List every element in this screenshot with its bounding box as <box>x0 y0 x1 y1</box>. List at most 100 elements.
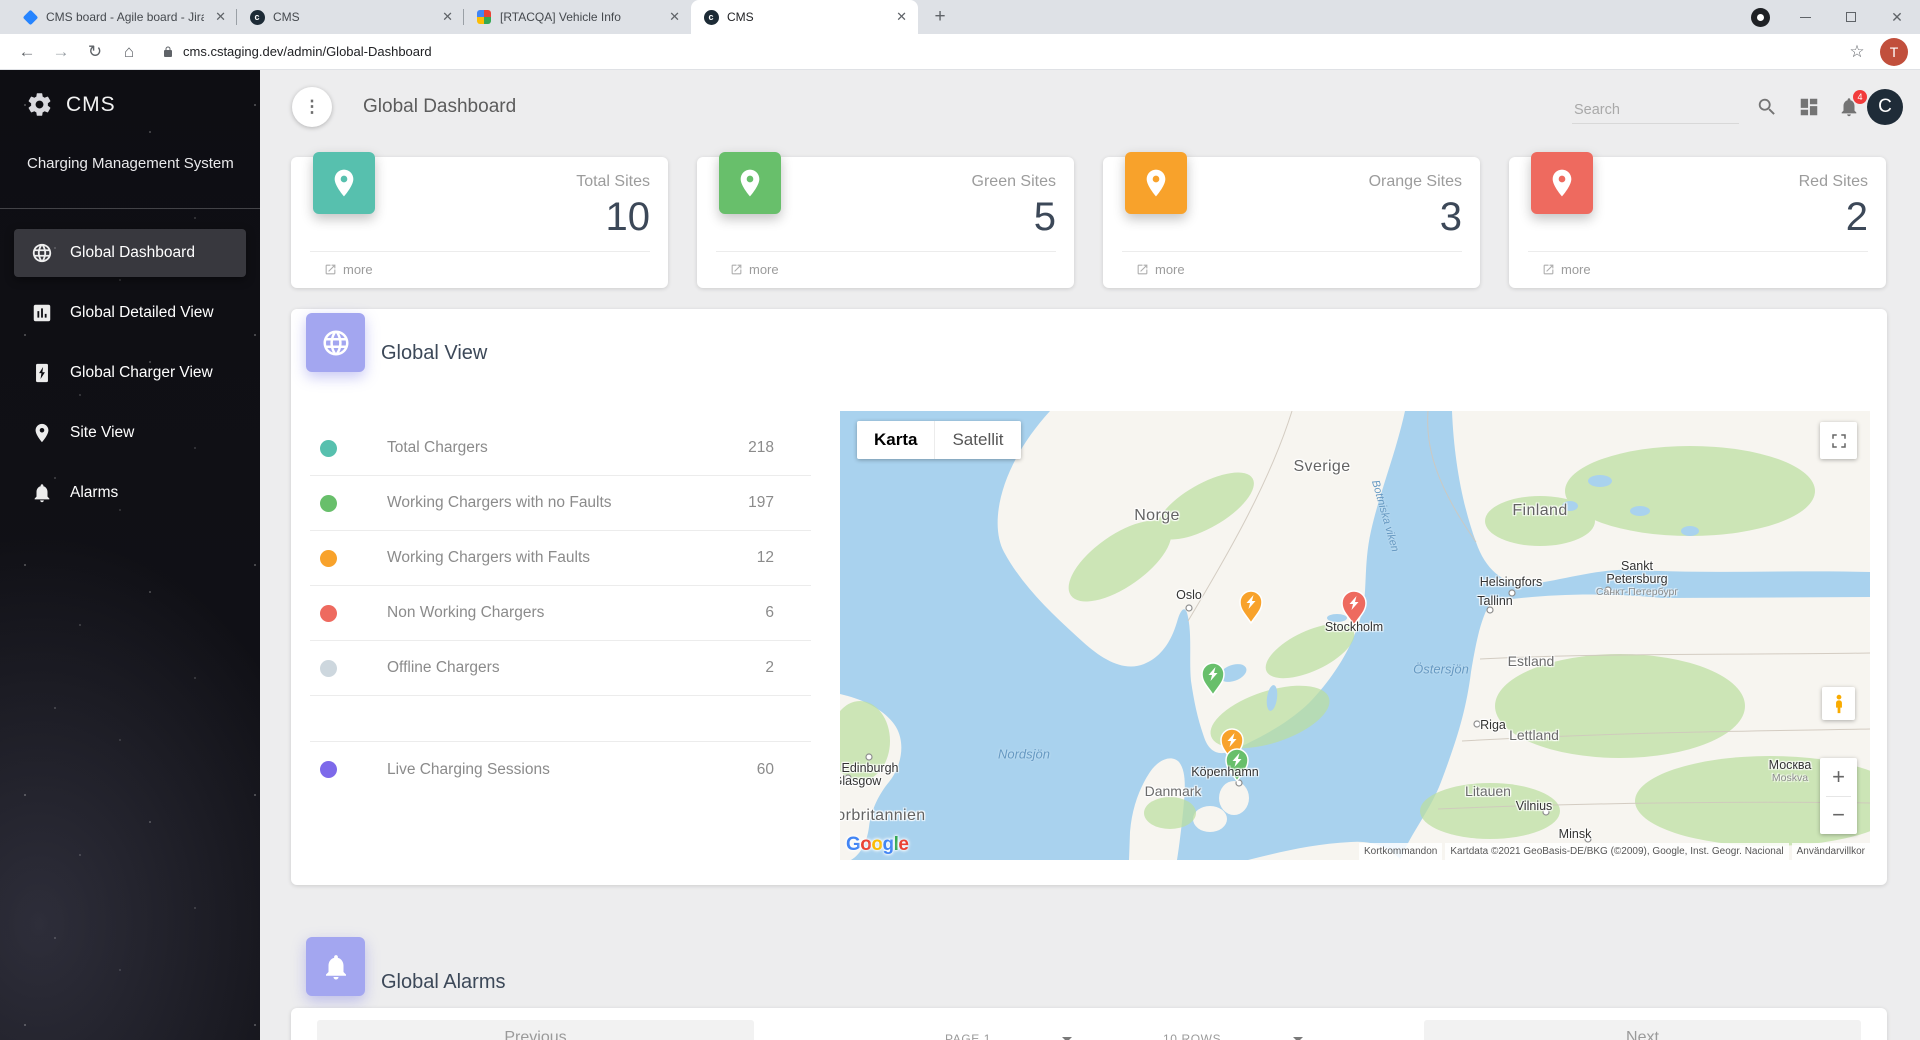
cms-favicon-icon: c <box>249 9 265 25</box>
keyboard-shortcuts-link[interactable]: Kortkommandon <box>1359 843 1443 860</box>
window-maximize-button[interactable] <box>1828 0 1874 34</box>
launch-icon <box>1137 264 1148 275</box>
stat-label: Red Sites <box>1798 173 1868 190</box>
launch-icon <box>1543 264 1554 275</box>
sidebar-item-label: Global Charger View <box>70 364 213 381</box>
page-select[interactable]: PAGE 1 <box>945 1029 1072 1040</box>
map-fullscreen-button[interactable] <box>1820 422 1857 459</box>
rows-per-page-select[interactable]: 10 ROWS <box>1163 1029 1303 1040</box>
map-attribution: Kortkommandon Kartdata ©2021 GeoBasis-DE… <box>1356 843 1870 860</box>
stat-value: 2 <box>1845 195 1868 239</box>
sidebar-item-label: Site View <box>70 424 135 441</box>
bookmark-star-icon[interactable]: ☆ <box>1842 37 1872 67</box>
status-dot <box>320 549 337 567</box>
bell-icon <box>34 484 50 503</box>
browser-tab-cms-active[interactable]: c CMS ✕ <box>691 0 918 34</box>
fullscreen-icon <box>1831 433 1846 448</box>
url-text: cms.cstaging.dev/admin/Global-Dashboard <box>183 44 432 59</box>
stat-card-orange-sites: Orange Sites 3 more <box>1103 152 1480 288</box>
globe-icon <box>306 313 365 372</box>
zoom-out-button[interactable]: − <box>1820 797 1857 835</box>
more-link[interactable]: more <box>1542 262 1591 277</box>
list-item-non-working: Non Working Chargers 6 <box>310 586 811 641</box>
user-avatar[interactable]: C <box>1867 89 1903 125</box>
sidebar: CMS Charging Management System Global Da… <box>0 70 260 1040</box>
stat-label: Orange Sites <box>1368 173 1462 190</box>
sidebar-item-global-charger-view[interactable]: Global Charger View <box>14 349 246 397</box>
zoom-in-button[interactable]: + <box>1820 758 1857 796</box>
browser-tab-cms-1[interactable]: c CMS ✕ <box>237 0 464 34</box>
back-button-icon[interactable]: ← <box>12 37 42 67</box>
map-data-text: Kartdata ©2021 GeoBasis-DE/BKG (©2009), … <box>1445 843 1789 860</box>
browser-profile-avatar[interactable]: T <box>1880 37 1908 66</box>
url-omnibox[interactable]: cms.cstaging.dev/admin/Global-Dashboard <box>148 44 1838 59</box>
stat-label: Green Sites <box>971 173 1056 190</box>
stat-card-green-sites: Green Sites 5 more <box>697 152 1074 288</box>
launch-icon <box>325 264 336 275</box>
tab-close-icon[interactable]: ✕ <box>893 9 910 25</box>
more-link[interactable]: more <box>1136 262 1185 277</box>
sidebar-item-label: Alarms <box>70 484 119 501</box>
forward-button-icon[interactable]: → <box>46 37 76 67</box>
browser-tab-vehicle-info[interactable]: [RTACQA] Vehicle Info ✕ <box>464 0 691 34</box>
map-pin-icon <box>35 423 49 443</box>
tab-title: CMS board - Agile board - Jira <box>46 10 205 24</box>
reload-button-icon[interactable]: ↻ <box>80 37 110 67</box>
new-tab-button[interactable]: + <box>926 3 954 31</box>
next-page-button[interactable]: Next <box>1424 1020 1861 1040</box>
global-view-card: Global View Total Chargers 218 Working C… <box>291 309 1887 885</box>
more-link[interactable]: more <box>730 262 779 277</box>
app-logo[interactable]: CMS <box>0 70 260 118</box>
extension-record-icon[interactable] <box>1751 7 1770 27</box>
map-type-satellite-button[interactable]: Satellit <box>934 421 1021 459</box>
terms-link[interactable]: Användarvillkor <box>1791 843 1870 860</box>
alarm-bell-icon <box>306 937 365 996</box>
gear-icon <box>28 93 51 116</box>
browser-tab-strip: CMS board - Agile board - Jira ✕ c CMS ✕… <box>0 0 1920 34</box>
apps-grid-icon[interactable] <box>1796 94 1822 120</box>
sidebar-item-global-detailed-view[interactable]: Global Detailed View <box>14 289 246 337</box>
stat-value: 10 <box>605 195 651 239</box>
search-icon[interactable] <box>1754 94 1780 120</box>
sidebar-item-alarms[interactable]: Alarms <box>14 469 246 517</box>
stat-label: Total Sites <box>576 173 650 190</box>
window-minimize-button[interactable] <box>1782 0 1828 34</box>
status-dot <box>320 659 337 677</box>
tab-close-icon[interactable]: ✕ <box>212 9 229 25</box>
list-item-working-no-faults: Working Chargers with no Faults 197 <box>310 476 811 531</box>
tab-close-icon[interactable]: ✕ <box>666 9 683 25</box>
stat-card-red-sites: Red Sites 2 more <box>1509 152 1886 288</box>
notification-count-badge: 4 <box>1853 90 1867 104</box>
tab-close-icon[interactable]: ✕ <box>439 9 456 25</box>
home-button-icon[interactable]: ⌂ <box>114 37 144 67</box>
window-close-button[interactable]: ✕ <box>1874 0 1920 34</box>
stat-cards-row: Total Sites 10 more Green Sites 5 more O… <box>291 152 1886 288</box>
more-link[interactable]: more <box>324 262 373 277</box>
sidebar-item-label: Global Detailed View <box>70 304 214 321</box>
page-title: Global Dashboard <box>363 96 517 117</box>
sidebar-item-site-view[interactable]: Site View <box>14 409 246 457</box>
notifications-bell-icon[interactable]: 4 <box>1836 90 1867 120</box>
list-item-total-chargers: Total Chargers 218 <box>310 421 811 476</box>
search-input[interactable] <box>1572 96 1739 124</box>
map-type-control: Karta Satellit <box>857 421 1021 459</box>
app-subtitle: Charging Management System <box>27 155 234 172</box>
sidebar-item-global-dashboard[interactable]: Global Dashboard <box>14 229 246 277</box>
sidebar-toggle-button[interactable]: ⋮ <box>292 87 332 127</box>
google-map[interactable]: Norge Sverige Finland Oslo Stockholm Hel… <box>840 411 1870 860</box>
stat-value: 3 <box>1439 195 1462 239</box>
jira-favicon-icon <box>22 9 38 25</box>
previous-page-button[interactable]: Previous <box>317 1020 754 1040</box>
map-pin-icon <box>313 152 375 214</box>
chevron-down-icon <box>1293 1036 1303 1040</box>
main-content: ⋮ Global Dashboard 4 C Total Sites 10 mo… <box>260 70 1920 1040</box>
map-pin-icon <box>1125 152 1187 214</box>
map-type-map-button[interactable]: Karta <box>857 421 935 459</box>
status-dot <box>320 494 337 512</box>
browser-tab-jira[interactable]: CMS board - Agile board - Jira ✕ <box>10 0 237 34</box>
sidebar-item-label: Global Dashboard <box>70 244 195 261</box>
google-logo[interactable]: Google <box>846 834 909 856</box>
map-zoom-control: + − <box>1820 758 1857 834</box>
street-view-pegman-button[interactable] <box>1822 687 1855 720</box>
globe-icon <box>32 243 52 263</box>
